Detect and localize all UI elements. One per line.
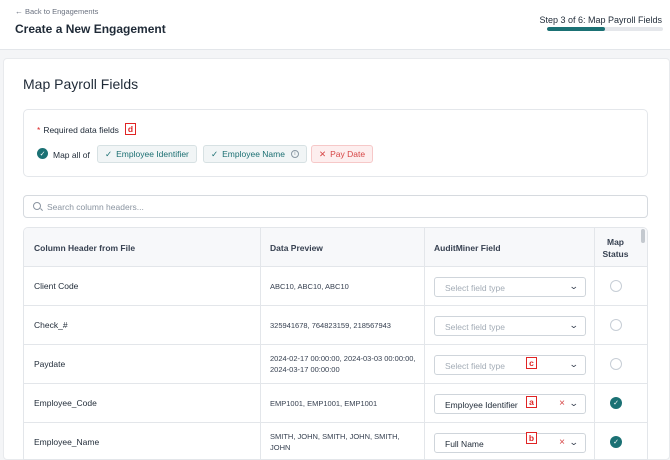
map-all-label: Map all of bbox=[53, 150, 90, 160]
column-divider bbox=[260, 228, 261, 459]
data-preview-cell: ABC10, ABC10, ABC10 bbox=[270, 281, 349, 291]
field-type-select[interactable]: Employee Identifier × ⌄ bbox=[434, 394, 586, 414]
chip-employee-name: ✓ Employee Name i bbox=[203, 145, 307, 163]
chevron-down-icon: ⌄ bbox=[569, 320, 580, 330]
chip-pay-date: ✕ Pay Date bbox=[311, 145, 374, 163]
x-icon: ✕ bbox=[319, 148, 327, 159]
select-placeholder: Select field type bbox=[445, 361, 506, 371]
marker-c: c bbox=[526, 357, 537, 369]
chevron-down-icon: ⌄ bbox=[569, 398, 580, 408]
search-input[interactable] bbox=[47, 200, 637, 214]
data-preview-cell: EMP1001, EMP1001, EMP1001 bbox=[270, 398, 378, 408]
top-bar: ← Back to Engagements Create a New Engag… bbox=[0, 0, 670, 50]
required-asterisk: * bbox=[37, 125, 41, 135]
field-type-select[interactable]: Select field type ⌄ bbox=[434, 355, 586, 375]
table-row: Check_# 325941678, 764823159, 218567943 … bbox=[24, 306, 647, 345]
column-header-cell: Client Code bbox=[34, 281, 79, 291]
check-icon: ✓ bbox=[105, 148, 113, 159]
field-type-select[interactable]: Select field type ⌄ bbox=[434, 316, 586, 336]
column-header-cell: Employee_Name bbox=[34, 437, 100, 447]
column-header-cell: Employee_Code bbox=[34, 398, 97, 408]
required-fields-panel bbox=[23, 109, 648, 177]
header-map-status: Map Status bbox=[602, 236, 629, 259]
arrow-left-icon: ← bbox=[15, 7, 23, 16]
search-box bbox=[23, 195, 648, 218]
step-progress-fill bbox=[547, 27, 605, 31]
select-value: Full Name bbox=[445, 439, 484, 449]
table-row: Client Code ABC10, ABC10, ABC10 Select f… bbox=[24, 267, 647, 306]
chevron-down-icon: ⌄ bbox=[569, 281, 580, 291]
marker-d: d bbox=[125, 123, 136, 135]
marker-a: a bbox=[526, 396, 537, 408]
header-column-header: Column Header from File bbox=[34, 242, 136, 253]
table-row: Paydate 2024-02-17 00:00:00, 2024-03-03 … bbox=[24, 345, 647, 384]
field-type-select[interactable]: Full Name × ⌄ bbox=[434, 433, 586, 453]
table-header: Column Header from File Data Preview Aud… bbox=[24, 228, 647, 267]
back-to-engagements-link[interactable]: ← Back to Engagements bbox=[15, 7, 98, 16]
marker-b: b bbox=[526, 432, 537, 444]
data-preview-cell: SMITH, JOHN, SMITH, JOHN, SMITH, JOHN bbox=[270, 432, 400, 452]
table-row: Employee_Code EMP1001, EMP1001, EMP1001 … bbox=[24, 384, 647, 423]
data-preview-cell: 325941678, 764823159, 218567943 bbox=[270, 320, 391, 330]
chevron-down-icon: ⌄ bbox=[569, 437, 580, 447]
header-field: AuditMiner Field bbox=[434, 242, 501, 253]
chip-label: Employee Name bbox=[222, 149, 285, 159]
column-header-cell: Check_# bbox=[34, 320, 68, 330]
check-icon: ✓ bbox=[211, 148, 219, 159]
select-placeholder: Select field type bbox=[445, 283, 506, 293]
chip-employee-identifier: ✓ Employee Identifier bbox=[97, 145, 197, 163]
step-indicator: Step 3 of 6: Map Payroll Fields bbox=[539, 15, 662, 25]
required-fields-label: * Required data fields bbox=[37, 125, 119, 135]
info-icon[interactable]: i bbox=[290, 150, 299, 158]
field-type-select[interactable]: Select field type ⌄ bbox=[434, 277, 586, 297]
search-icon bbox=[33, 202, 41, 210]
clear-icon[interactable]: × bbox=[559, 437, 565, 448]
chevron-down-icon: ⌄ bbox=[569, 359, 580, 369]
map-status-indicator: ✓ bbox=[610, 397, 622, 409]
page-title: Create a New Engagement bbox=[15, 22, 166, 36]
column-divider bbox=[424, 228, 425, 459]
table-row: Employee_Name SMITH, JOHN, SMITH, JOHN, … bbox=[24, 423, 647, 459]
table-scrollbar[interactable] bbox=[641, 229, 645, 243]
chip-label: Pay Date bbox=[330, 149, 366, 159]
step-progress-bar bbox=[547, 27, 663, 31]
map-status-indicator bbox=[610, 319, 622, 331]
map-status-indicator bbox=[610, 358, 622, 370]
clear-icon[interactable]: × bbox=[559, 398, 565, 409]
check-circle-icon: ✓ bbox=[37, 148, 48, 159]
header-data-preview: Data Preview bbox=[270, 242, 323, 253]
mapping-table: Column Header from File Data Preview Aud… bbox=[23, 227, 648, 460]
data-preview-cell: 2024-02-17 00:00:00, 2024-03-03 00:00:00… bbox=[270, 354, 416, 374]
column-divider bbox=[594, 228, 595, 459]
column-header-cell: Paydate bbox=[34, 359, 66, 369]
back-link-label: Back to Engagements bbox=[25, 7, 99, 16]
map-status-indicator: ✓ bbox=[610, 436, 622, 448]
map-status-indicator bbox=[610, 280, 622, 292]
chip-label: Employee Identifier bbox=[116, 149, 189, 159]
section-title: Map Payroll Fields bbox=[23, 76, 139, 92]
select-placeholder: Select field type bbox=[445, 322, 506, 332]
select-value: Employee Identifier bbox=[445, 400, 518, 410]
